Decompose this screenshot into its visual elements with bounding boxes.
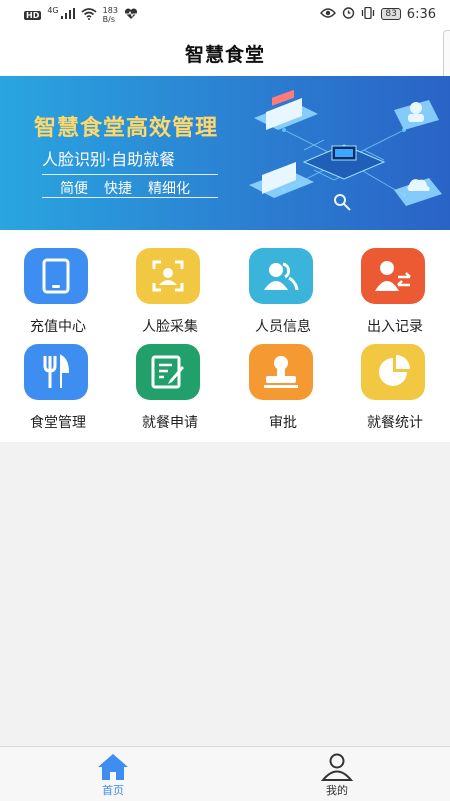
tab-home[interactable]: 首页 — [53, 749, 173, 799]
alarm-icon — [342, 6, 355, 22]
promo-banner[interactable]: 智慧食堂高效管理 人脸识别·自助就餐 简便 快捷 精细化 — [0, 76, 450, 230]
menu-item-recharge-center[interactable]: 充值中心 — [13, 234, 103, 335]
bottom-tab-bar: 首页 我的 — [0, 746, 450, 801]
pie-chart-icon — [361, 344, 425, 400]
tab-mine-label: 我的 — [326, 784, 348, 797]
network-speed: 183 B/s — [103, 6, 118, 24]
signal-icon — [60, 8, 75, 22]
banner-divider-bottom — [42, 197, 218, 198]
tab-home-label: 首页 — [102, 784, 124, 797]
menu-item-personnel-info[interactable]: 人员信息 — [238, 234, 328, 335]
menu-item-meal-statistics[interactable]: 就餐统计 — [350, 330, 440, 431]
tab-mine[interactable]: 我的 — [277, 749, 397, 799]
battery-level: 83 — [381, 8, 401, 20]
page-title: 智慧食堂 — [184, 44, 265, 66]
banner-tags: 简便 快捷 精细化 — [60, 178, 190, 198]
vibrate-icon — [361, 6, 375, 22]
users-icon — [249, 248, 313, 304]
stamp-icon — [249, 344, 313, 400]
network-type: 4G — [47, 6, 59, 15]
title-bar: 智慧食堂 — [0, 30, 450, 92]
edit-form-icon — [136, 344, 200, 400]
fork-knife-icon — [24, 344, 88, 400]
hd-badge: HD — [24, 10, 42, 20]
function-grid: 充值中心 人脸采集 人员信息 出入记录 食堂管理 就餐申请 审批 就餐统计 — [0, 230, 450, 442]
menu-item-approval[interactable]: 审批 — [238, 330, 328, 431]
menu-item-label: 审批 — [269, 415, 297, 431]
heart-monitor-icon — [124, 7, 138, 23]
in-out-record-icon — [361, 248, 425, 304]
status-bar: HD 4G 183 B/s 83 6:36 — [0, 0, 450, 30]
home-icon — [97, 753, 129, 785]
wifi-icon — [81, 7, 97, 23]
eye-icon — [320, 7, 337, 21]
user-profile-icon — [320, 753, 354, 785]
face-scan-icon — [136, 248, 200, 304]
menu-item-label: 就餐申请 — [142, 415, 198, 431]
banner-tag: 简便 — [60, 181, 88, 197]
menu-item-canteen-management[interactable]: 食堂管理 — [13, 330, 103, 431]
tablet-icon — [24, 248, 88, 304]
menu-item-label: 就餐统计 — [367, 415, 423, 431]
banner-divider-top — [42, 174, 218, 175]
menu-item-access-records[interactable]: 出入记录 — [350, 234, 440, 335]
smart-canteen-illustration — [249, 90, 442, 211]
menu-item-face-capture[interactable]: 人脸采集 — [125, 234, 215, 335]
banner-tag: 快捷 — [104, 181, 132, 197]
clock-time: 6:36 — [406, 6, 436, 22]
banner-tag: 精细化 — [148, 181, 190, 197]
speed-value: 183 — [102, 6, 118, 15]
speed-unit: B/s — [102, 15, 115, 24]
menu-item-meal-application[interactable]: 就餐申请 — [125, 330, 215, 431]
banner-subtitle: 人脸识别·自助就餐 — [42, 150, 176, 169]
banner-title: 智慧食堂高效管理 — [34, 116, 219, 141]
menu-item-label: 食堂管理 — [30, 415, 86, 431]
